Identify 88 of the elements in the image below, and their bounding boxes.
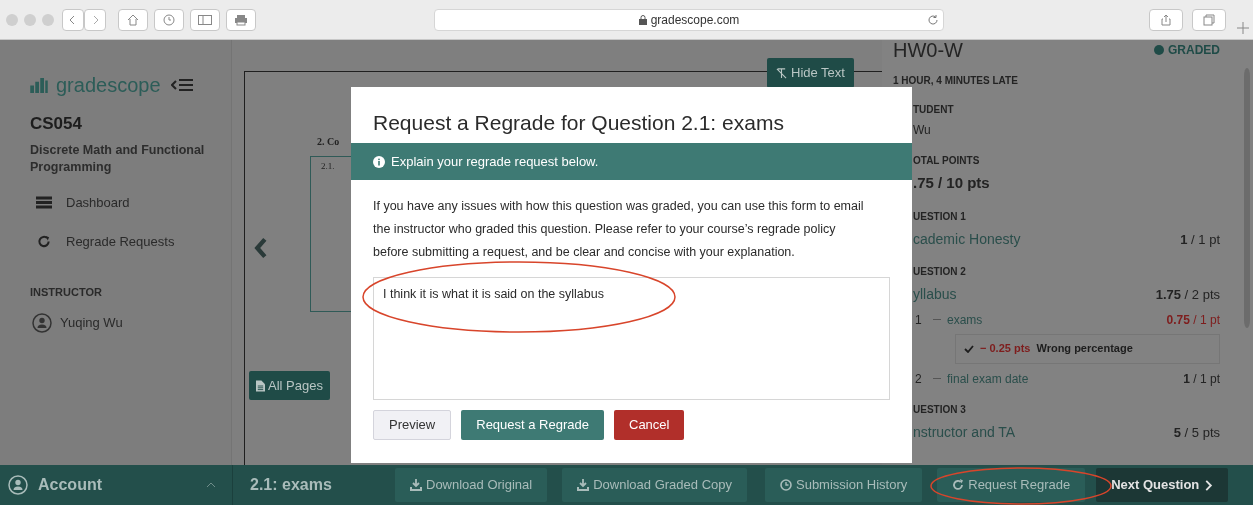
printer-icon bbox=[234, 13, 248, 26]
list-icon bbox=[36, 195, 52, 209]
sidebar-button[interactable] bbox=[190, 8, 220, 31]
action-button[interactable]: Download Graded Copy bbox=[562, 468, 747, 502]
status-dot-icon bbox=[1154, 45, 1164, 55]
course-code: CS054 bbox=[30, 113, 83, 135]
new-tab-icon[interactable] bbox=[1237, 22, 1249, 34]
document-icon bbox=[256, 379, 265, 392]
subquestion-number: 2 bbox=[915, 370, 923, 388]
subquestion-score: 1 / 1 pt bbox=[1183, 370, 1220, 388]
download-icon bbox=[577, 479, 590, 491]
back-button[interactable] bbox=[62, 8, 84, 31]
answer-field[interactable]: I think it is what it is said on the syllabus bbox=[373, 277, 890, 400]
clock-icon bbox=[780, 479, 792, 491]
all-pages-button[interactable]: All Pages bbox=[249, 371, 330, 400]
rubric-points: − 0.25 pts bbox=[980, 341, 1031, 357]
nav-link[interactable]: Dashboard bbox=[30, 192, 231, 212]
address-bar[interactable]: gradescope.com bbox=[434, 9, 944, 31]
info-icon bbox=[373, 155, 385, 168]
section-label: UESTION 3 bbox=[912, 402, 967, 417]
account-label: Account bbox=[38, 475, 103, 495]
rubric-text: Wrong percentage bbox=[1036, 341, 1133, 357]
assignment-title: HW0-W bbox=[893, 40, 963, 60]
subquestion-score: 0.75 / 1 pt bbox=[1166, 311, 1220, 329]
section-label: TUDENT bbox=[912, 103, 955, 117]
question-score: 1.75 / 2 pts bbox=[1155, 285, 1220, 304]
preview-button[interactable]: Preview bbox=[373, 410, 452, 440]
action-button[interactable]: Submission History bbox=[765, 468, 923, 502]
course-name: Discrete Math and Functional Programming bbox=[30, 141, 206, 176]
rubric-item[interactable]: − 0.25 pts Wrong percentage bbox=[955, 333, 1220, 364]
print-button[interactable] bbox=[226, 8, 256, 31]
document-heading: 2. Co bbox=[317, 135, 340, 149]
late-notice: 1 HOUR, 4 MINUTES LATE bbox=[893, 74, 1019, 88]
share-icon bbox=[1161, 14, 1171, 26]
section-label: UESTION 2 bbox=[912, 264, 967, 279]
caret-icon bbox=[206, 482, 216, 488]
tabs-icon bbox=[1203, 14, 1215, 26]
sidebar-icon bbox=[198, 14, 212, 25]
instructor-name: Yuqing Wu bbox=[60, 314, 123, 333]
previous-page-icon[interactable] bbox=[254, 237, 267, 259]
current-question: 2.1: exams bbox=[250, 475, 333, 495]
refresh-icon bbox=[952, 479, 965, 491]
user-avatar-icon bbox=[8, 475, 28, 495]
action-button[interactable]: Request Regrade bbox=[937, 468, 1086, 502]
question-title: nstructor and TA bbox=[913, 422, 1016, 442]
reload-icon[interactable] bbox=[927, 14, 939, 26]
share-button[interactable] bbox=[1149, 9, 1183, 31]
nav-link[interactable]: Regrade Requests bbox=[30, 232, 231, 252]
question-title: yllabus bbox=[913, 284, 957, 304]
chevron-right-icon bbox=[1205, 479, 1214, 491]
home-button[interactable] bbox=[118, 8, 148, 31]
lock-icon bbox=[638, 15, 647, 25]
dialog-description: If you have any issues with how this question was graded, you can use this form to email the instructor who graded this question. Please refer to your course’s regrade policy before submitting a request, and be clear and concise with your explanation. bbox=[372, 198, 865, 261]
collapse-menu-icon[interactable] bbox=[170, 78, 193, 92]
address-text: gradescope.com bbox=[650, 12, 740, 29]
question-score: 5 / 5 pts bbox=[1173, 423, 1220, 442]
download-icon bbox=[410, 479, 422, 491]
status-text: GRADED bbox=[1168, 42, 1220, 59]
tabs-button[interactable] bbox=[1192, 9, 1226, 31]
submit-button[interactable]: Request a Regrade bbox=[461, 410, 604, 440]
action-button[interactable]: Download Original bbox=[395, 468, 548, 502]
section-label: OTAL POINTS bbox=[912, 154, 981, 168]
section-label: UESTION 1 bbox=[912, 209, 967, 224]
section-heading: INSTRUCTOR bbox=[30, 284, 103, 300]
window-controls-icon[interactable] bbox=[6, 13, 56, 26]
total-points: .75 / 10 pts bbox=[912, 173, 991, 193]
refresh-icon bbox=[36, 235, 52, 249]
account-menu[interactable]: Account bbox=[0, 465, 233, 505]
logo-text: gradescope bbox=[56, 75, 161, 95]
logo-icon bbox=[30, 77, 48, 93]
question-title: cademic Honesty bbox=[913, 229, 1021, 249]
forward-button[interactable] bbox=[84, 8, 106, 31]
question-score: 1 / 1 pt bbox=[1180, 230, 1220, 249]
hide-text-button[interactable]: Hide Text bbox=[767, 58, 854, 88]
student-name: Wu bbox=[912, 122, 932, 139]
subquestion-title: final exam date bbox=[947, 370, 1030, 388]
banner-text: Explain your regrade request below. bbox=[391, 152, 599, 171]
subquestion-number: 1 bbox=[915, 311, 923, 329]
action-button[interactable]: Next Question bbox=[1096, 468, 1229, 502]
dialog-title: Request a Regrade for Question 2.1: exams bbox=[372, 110, 785, 136]
home-icon bbox=[127, 13, 139, 26]
history-button[interactable] bbox=[154, 8, 184, 31]
user-avatar-icon bbox=[32, 313, 52, 333]
clock-icon bbox=[163, 13, 175, 26]
subquestion-title: exams bbox=[947, 311, 984, 329]
cancel-button[interactable]: Cancel bbox=[614, 410, 685, 440]
document-subheading: 2.1. bbox=[321, 160, 335, 173]
text-off-icon bbox=[776, 67, 787, 79]
